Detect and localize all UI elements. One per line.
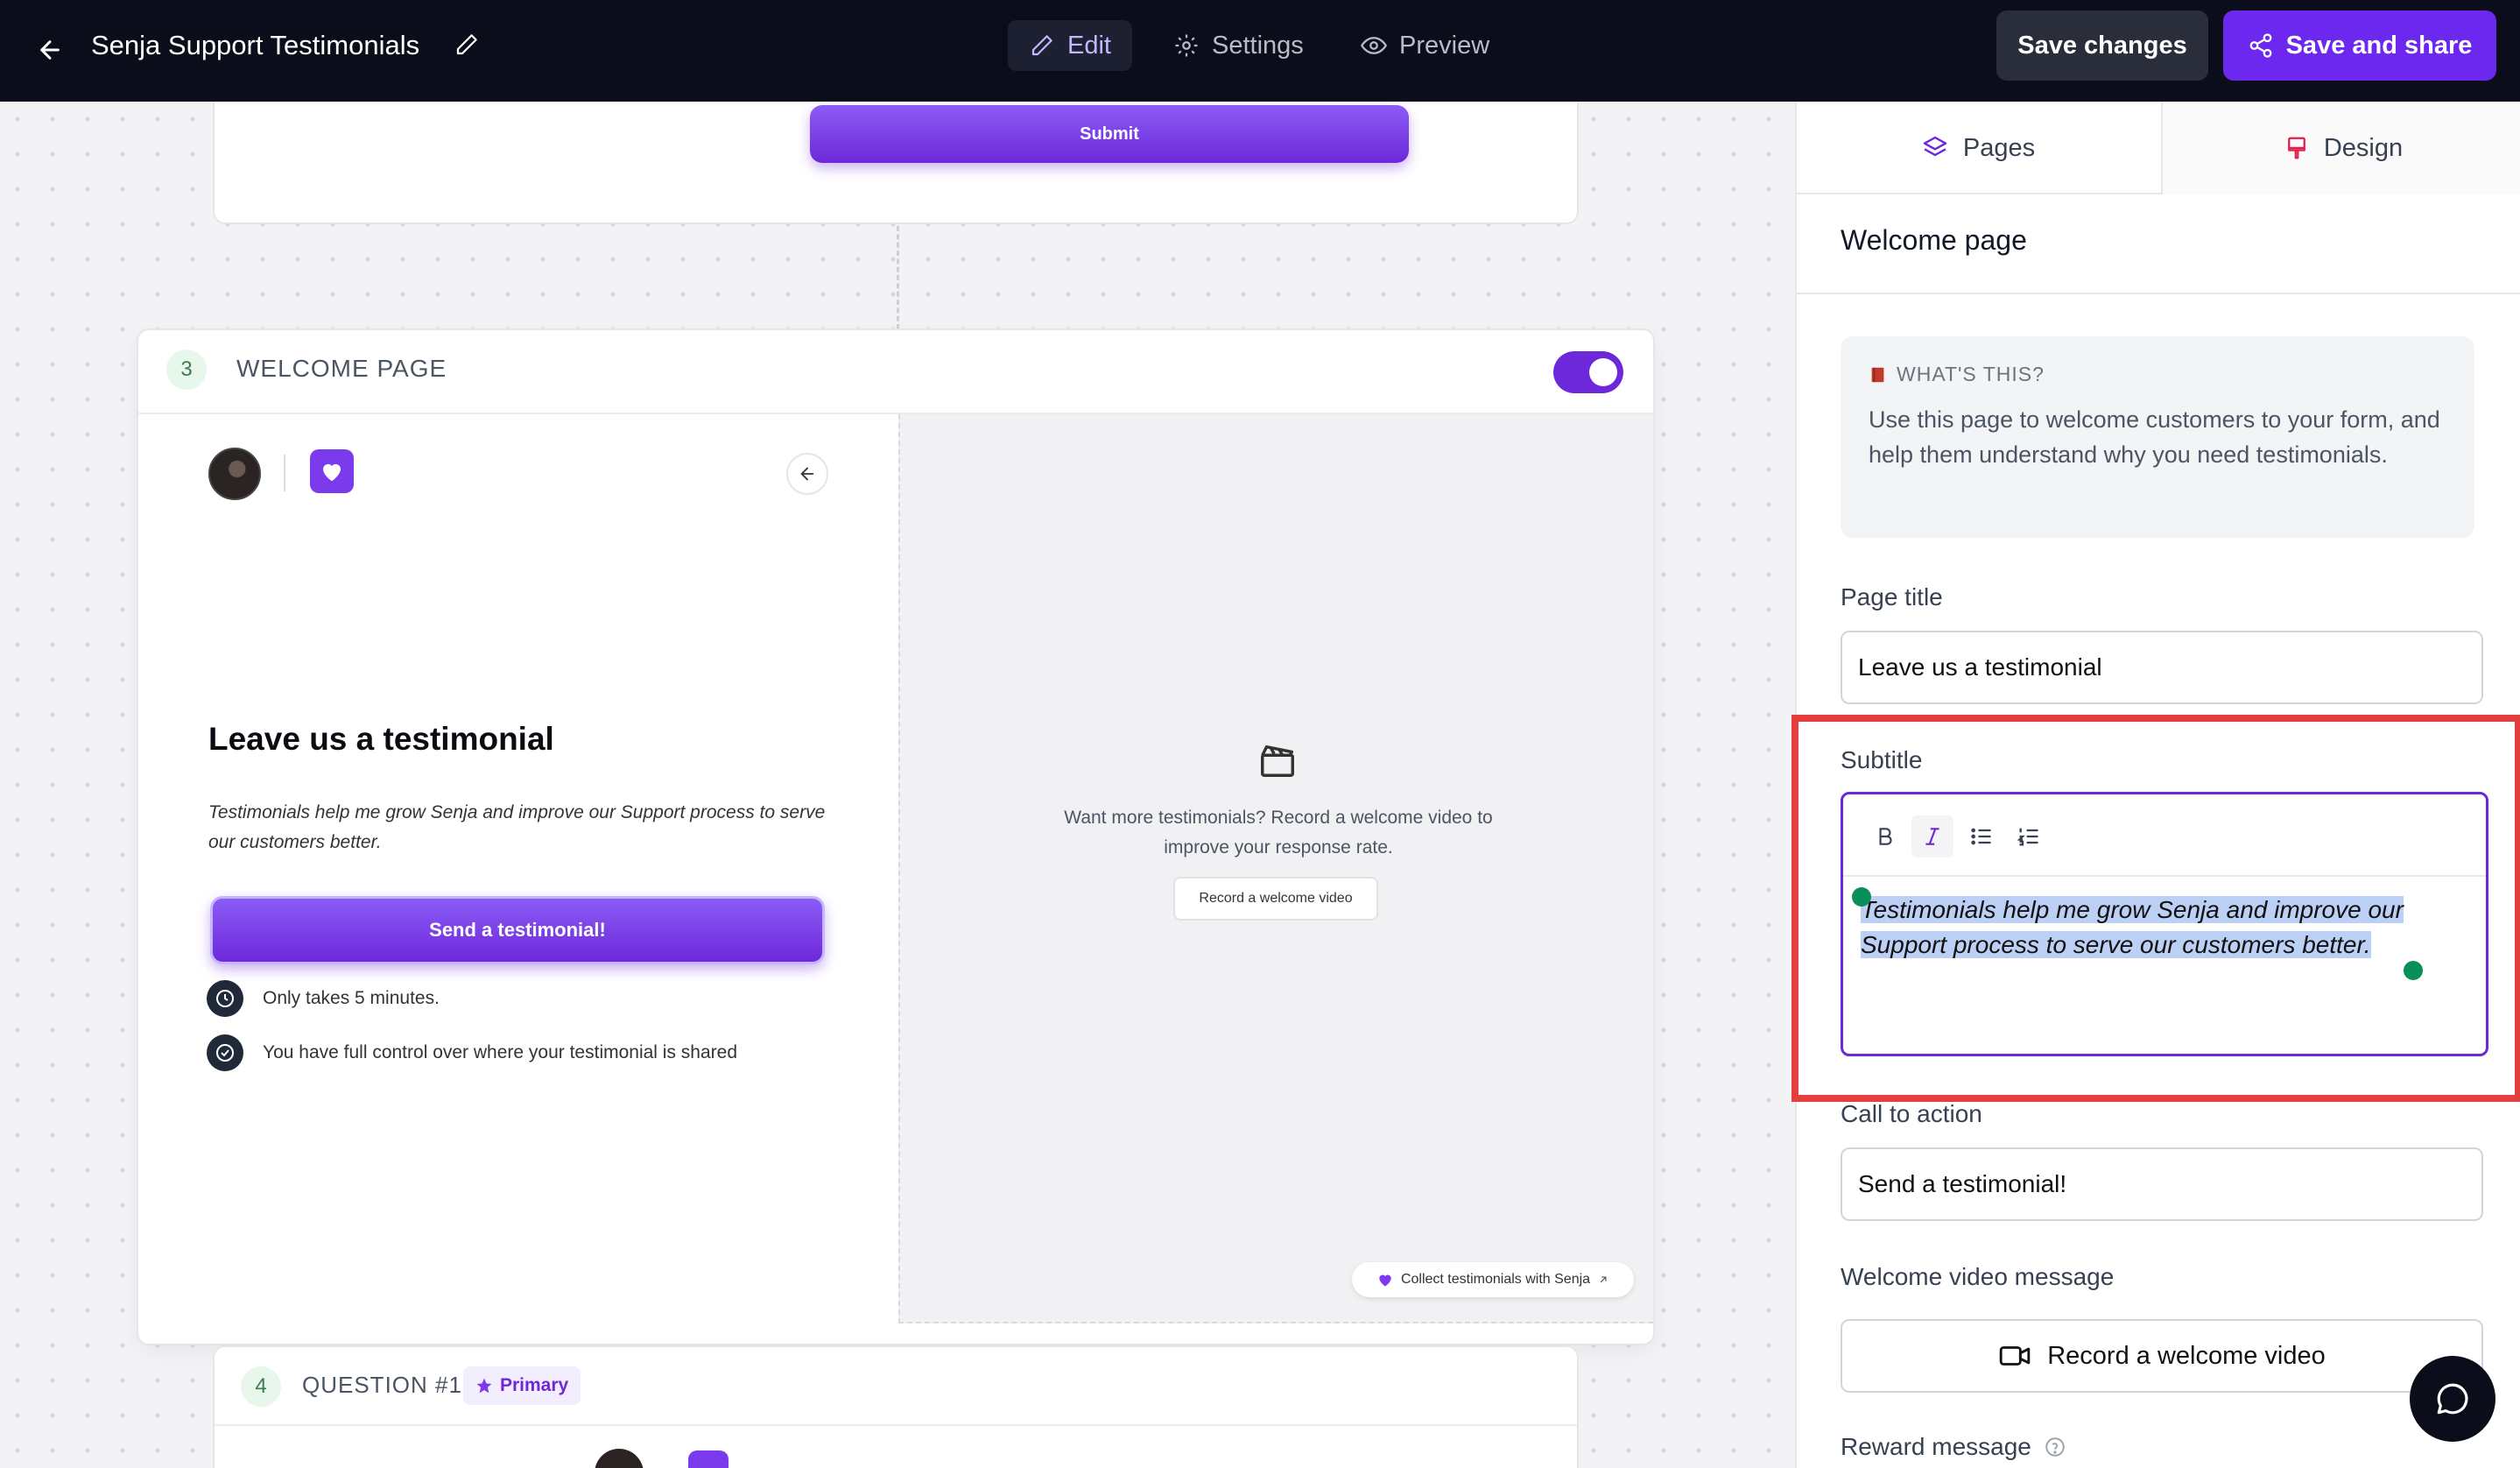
divider (215, 1424, 1577, 1426)
form-title: Senja Support Testimonials (91, 30, 420, 60)
sidebar-tabs: Pages Design (1797, 102, 2520, 194)
tab-settings-label: Settings (1212, 31, 1304, 60)
subtitle-editor-text[interactable]: Testimonials help me grow Senja and impr… (1861, 893, 2456, 963)
subtitle-label: Subtitle (1841, 746, 1923, 773)
tab-edit-label: Edit (1067, 31, 1111, 60)
edit-title-pencil-icon[interactable] (454, 32, 483, 61)
clapperboard-icon (1257, 740, 1298, 780)
paintbrush-icon (2287, 137, 2305, 159)
send-testimonial-button[interactable]: Send a testimonial! (210, 896, 825, 964)
step-number: 4 (241, 1366, 281, 1407)
primary-badge: Primary (463, 1366, 581, 1405)
heart-icon (1379, 1274, 1391, 1287)
tab-preview-label: Preview (1399, 31, 1490, 60)
gear-icon (1175, 34, 1198, 57)
video-camera-icon (1999, 1346, 2031, 1366)
top-bar: Senja Support Testimonials Edit Settings… (0, 0, 2520, 102)
collect-with-senja-badge[interactable]: Collect testimonials with Senja (1352, 1262, 1634, 1297)
italic-icon[interactable] (1911, 815, 1953, 858)
tab-pages[interactable]: Pages (1797, 102, 2159, 194)
editor-sidebar: Pages Design Welcome page WHAT'S THIS? U… (1791, 102, 2520, 1468)
form-canvas[interactable]: Submit 3 WELCOME PAGE Leave us a testimo… (0, 102, 1795, 1468)
page-title-label: Page title (1841, 583, 1943, 610)
step-label: WELCOME PAGE (236, 355, 447, 382)
call-to-action-input[interactable]: Send a testimonial! (1841, 1147, 2483, 1221)
info-label: WHAT'S THIS? (1869, 363, 2446, 386)
help-circle-icon[interactable] (2044, 1436, 2066, 1458)
bullet-list-icon[interactable] (1960, 815, 2003, 858)
pencil-icon (1031, 35, 1052, 56)
numbered-list-icon[interactable] (2008, 815, 2050, 858)
reward-message-label: Reward message (1841, 1433, 2066, 1461)
record-welcome-video-button[interactable]: Record a welcome video (1173, 877, 1378, 921)
welcome-preview-left: Leave us a testimonial Testimonials help… (138, 414, 897, 1344)
page-title-input[interactable]: Leave us a testimonial (1841, 631, 2483, 704)
submit-button[interactable]: Submit (810, 105, 1409, 163)
welcome-subtitle: Testimonials help me grow Senja and impr… (208, 802, 826, 852)
welcome-page-card[interactable]: 3 WELCOME PAGE Leave us a testimonial Te… (137, 328, 1655, 1345)
back-arrow-icon[interactable] (30, 30, 70, 70)
record-welcome-video-button[interactable]: Record a welcome video (1841, 1319, 2483, 1393)
bullet-item: Only takes 5 minutes. (207, 980, 440, 1017)
tab-edit[interactable]: Edit (1008, 20, 1132, 71)
bullet-text: You have full control over where your te… (263, 1042, 738, 1062)
back-arrow-icon[interactable] (786, 453, 828, 495)
avatar (595, 1449, 644, 1468)
tab-preview[interactable]: Preview (1340, 20, 1510, 71)
tab-pages-label: Pages (1962, 133, 2036, 162)
book-icon (1871, 367, 1884, 382)
eye-icon (1361, 37, 1387, 54)
share-icon (2249, 33, 2271, 58)
selection-end-handle[interactable] (2404, 961, 2423, 980)
save-and-share-button[interactable]: Save and share (2223, 11, 2496, 81)
bullet-item: You have full control over where your te… (207, 1034, 737, 1071)
welcome-page-toggle[interactable] (1553, 351, 1623, 393)
clock-icon (207, 980, 243, 1017)
collect-badge-text: Collect testimonials with Senja (1400, 1272, 1591, 1287)
previous-step-card[interactable]: Submit (213, 102, 1579, 224)
welcome-video-label: Welcome video message (1841, 1263, 2115, 1290)
tab-design-label: Design (2323, 133, 2404, 162)
welcome-card-header: 3 WELCOME PAGE (138, 330, 1653, 414)
divider (1797, 293, 2520, 294)
save-changes-button[interactable]: Save changes (1996, 11, 2208, 81)
selected-text: Testimonials help me grow Senja and impr… (1861, 896, 2404, 958)
info-text: Use this page to welcome customers to yo… (1869, 406, 2440, 468)
heart-logo-icon (688, 1450, 729, 1468)
info-box: WHAT'S THIS? Use this page to welcome cu… (1841, 336, 2474, 538)
step-number: 3 (166, 349, 207, 390)
save-and-share-label: Save and share (2285, 31, 2473, 60)
layers-icon (1923, 136, 1947, 157)
step-label: QUESTION #1 (302, 1372, 462, 1398)
welcome-title: Leave us a testimonial (208, 721, 554, 757)
sidebar-heading: Welcome page (1841, 224, 2027, 256)
welcome-video-panel: Want more testimonials? Record a welcome… (898, 414, 1653, 1323)
selection-start-handle[interactable] (1852, 887, 1871, 907)
divider (284, 455, 285, 491)
flow-connector (897, 226, 899, 329)
avatar (208, 448, 261, 500)
bullet-text: Only takes 5 minutes. (263, 988, 440, 1008)
editor-toolbar (1843, 794, 2486, 877)
tab-design[interactable]: Design (2161, 102, 2520, 194)
record-button-label: Record a welcome video (2047, 1341, 2326, 1370)
video-prompt-text: Want more testimonials? Record a welcome… (1064, 808, 1493, 858)
tab-settings[interactable]: Settings (1152, 20, 1325, 71)
external-link-icon (1600, 1276, 1607, 1283)
subtitle-rich-text-editor[interactable]: Testimonials help me grow Senja and impr… (1841, 792, 2488, 1056)
info-label-text: WHAT'S THIS? (1897, 363, 2045, 385)
reward-label-text: Reward message (1841, 1433, 2031, 1460)
call-to-action-label: Call to action (1841, 1100, 1982, 1127)
heart-logo-icon (310, 449, 354, 493)
star-icon (476, 1378, 492, 1394)
chat-bubble-icon (2437, 1383, 2468, 1415)
bold-icon[interactable] (1864, 815, 1906, 858)
check-circle-icon (207, 1034, 243, 1071)
question-card[interactable]: 4 QUESTION #1 Primary (213, 1345, 1579, 1468)
primary-badge-label: Primary (500, 1375, 569, 1395)
chat-support-button[interactable] (2410, 1356, 2495, 1442)
